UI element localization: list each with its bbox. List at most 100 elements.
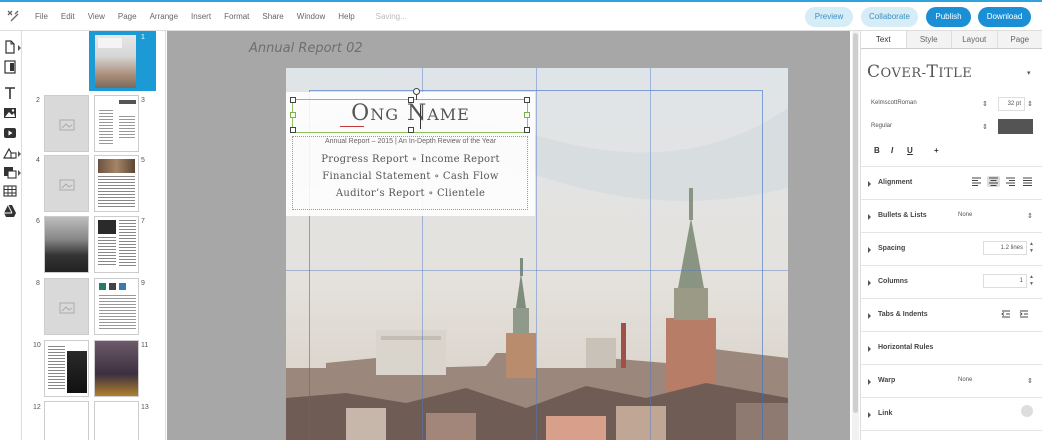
resize-handle[interactable]	[408, 97, 414, 103]
cover-subtitle[interactable]: Annual Report – 2015 | An In-Depth Revie…	[286, 138, 535, 145]
font-weight-caret-icon[interactable]: ⇕	[982, 123, 988, 131]
line-spacing-stepper-icon[interactable]: ▲ ▼	[1029, 241, 1034, 255]
fill-tool-expand-icon[interactable]	[18, 170, 21, 176]
tab-page[interactable]: Page	[998, 31, 1042, 48]
warp-select[interactable]: None	[958, 377, 972, 383]
menu-share[interactable]: Share	[262, 12, 283, 21]
menu-page[interactable]: Page	[118, 12, 137, 21]
font-size-stepper-icon[interactable]: ⇕	[1027, 100, 1033, 108]
app-logo-icon[interactable]	[6, 9, 20, 23]
page-thumbnail-7[interactable]	[94, 216, 139, 273]
page-thumbnail-5[interactable]	[94, 155, 139, 212]
align-center-icon[interactable]	[987, 176, 1000, 187]
font-family-caret-icon[interactable]: ⇕	[982, 100, 988, 108]
resize-handle[interactable]	[408, 127, 414, 133]
paragraph-style-selector[interactable]: COVER-TITLE	[867, 62, 972, 82]
selection-frame[interactable]	[290, 88, 530, 133]
bullets-caret-icon[interactable]: ⇕	[1027, 212, 1033, 220]
canvas-scrollbar-thumb[interactable]	[853, 33, 858, 413]
page-thumbnail-12[interactable]	[44, 401, 89, 440]
document-page[interactable]: ONG NAME Annual Report – 2015 | An In-De…	[286, 68, 788, 440]
font-weight-select[interactable]: Regular	[867, 120, 989, 134]
section-spacing[interactable]: Spacing 1.2 lines ▲ ▼	[861, 233, 1042, 265]
fill-tool-icon[interactable]	[3, 165, 17, 179]
page-thumbnail-11[interactable]	[94, 340, 139, 397]
section-horizontal-rules[interactable]: Horizontal Rules	[861, 332, 1042, 364]
section-alignment[interactable]: Alignment	[861, 167, 1042, 199]
page-thumbnail-2[interactable]	[44, 95, 89, 152]
underline-button[interactable]: U	[907, 146, 913, 155]
toc-line[interactable]: Financial Statement ∘ Cash Flow	[286, 171, 535, 182]
menu-edit[interactable]: Edit	[61, 12, 75, 21]
page-thumbnail-1[interactable]	[93, 33, 138, 90]
rotate-handle[interactable]	[413, 88, 420, 95]
toc-line[interactable]: Auditor’s Report ∘ Clientele	[286, 188, 535, 199]
table-tool-icon[interactable]	[3, 184, 17, 198]
align-right-icon[interactable]	[1004, 176, 1017, 187]
font-size-field[interactable]: 32 pt	[998, 97, 1025, 111]
menu-help[interactable]: Help	[338, 12, 354, 21]
page-layout-icon[interactable]	[3, 60, 17, 74]
align-justify-icon[interactable]	[1021, 176, 1034, 187]
decrease-indent-icon[interactable]	[1001, 309, 1011, 319]
italic-button[interactable]: I	[891, 146, 893, 155]
section-link[interactable]: Link	[861, 398, 1042, 430]
page-thumbnail-9[interactable]	[94, 278, 139, 335]
cover-title-box[interactable]: ONG NAME Annual Report – 2015 | An In-De…	[286, 88, 535, 216]
shape-tool-icon[interactable]	[3, 146, 17, 160]
text-color-swatch[interactable]	[998, 119, 1033, 134]
warp-caret-icon[interactable]: ⇕	[1027, 377, 1033, 385]
section-warp[interactable]: Warp None ⇕	[861, 365, 1042, 397]
section-tabs-indents[interactable]: Tabs & Indents	[861, 299, 1042, 331]
page-thumbnail-4[interactable]	[44, 155, 89, 212]
menu-file[interactable]: File	[35, 12, 48, 21]
shape-tool-expand-icon[interactable]	[18, 151, 21, 157]
tab-style[interactable]: Style	[907, 31, 952, 48]
page-thumbnail-13[interactable]	[94, 401, 139, 440]
toc-line[interactable]: Progress Report ∘ Income Report	[286, 154, 535, 165]
video-tool-icon[interactable]	[3, 126, 17, 140]
page-tool-icon[interactable]	[3, 40, 17, 54]
page-thumbnail-8[interactable]	[44, 278, 89, 335]
document-canvas[interactable]: Annual Report 02 ONG NAME Annual Report …	[167, 31, 850, 440]
section-columns[interactable]: Columns 1 ▲ ▼	[861, 266, 1042, 298]
publish-button[interactable]: Publish	[926, 7, 971, 27]
section-label: Columns	[878, 278, 908, 285]
resize-handle[interactable]	[290, 97, 296, 103]
resize-handle[interactable]	[524, 112, 530, 118]
tab-layout[interactable]: Layout	[952, 31, 998, 48]
align-left-icon[interactable]	[970, 176, 983, 187]
page-thumbnail-6[interactable]	[44, 216, 89, 273]
font-family-select[interactable]: KelmscottRoman	[867, 97, 989, 111]
section-bullets[interactable]: Bullets & Lists None ⇕	[861, 200, 1042, 232]
collaborate-button[interactable]: Collaborate	[861, 7, 918, 27]
tab-text[interactable]: Text	[861, 31, 907, 48]
bold-button[interactable]: B	[874, 146, 880, 155]
link-toggle-icon[interactable]	[1021, 405, 1033, 417]
menu-format[interactable]: Format	[224, 12, 249, 21]
download-button[interactable]: Download	[978, 7, 1031, 27]
columns-field[interactable]: 1	[983, 274, 1027, 288]
menu-arrange[interactable]: Arrange	[150, 12, 178, 21]
page-thumbnail-3[interactable]	[94, 95, 139, 152]
resize-handle[interactable]	[290, 112, 296, 118]
columns-stepper-icon[interactable]: ▲ ▼	[1029, 274, 1034, 288]
line-spacing-field[interactable]: 1.2 lines	[983, 241, 1027, 255]
resize-handle[interactable]	[524, 97, 530, 103]
text-tool-icon[interactable]	[3, 86, 17, 100]
page-thumbnail-10[interactable]	[44, 340, 89, 397]
image-tool-icon[interactable]	[3, 106, 17, 120]
resize-handle[interactable]	[524, 127, 530, 133]
increase-indent-icon[interactable]	[1019, 309, 1029, 319]
resize-handle[interactable]	[290, 127, 296, 133]
canvas-scrollbar[interactable]	[852, 31, 859, 440]
menu-view[interactable]: View	[88, 12, 105, 21]
page-tool-expand-icon[interactable]	[18, 45, 21, 51]
drive-icon[interactable]	[3, 204, 17, 218]
menu-window[interactable]: Window	[297, 12, 325, 21]
more-format-button[interactable]: +	[934, 146, 939, 155]
menu-insert[interactable]: Insert	[191, 12, 211, 21]
style-dropdown-caret-icon[interactable]: ▾	[1027, 69, 1031, 77]
preview-button[interactable]: Preview	[805, 7, 853, 27]
bullets-select[interactable]: None	[958, 212, 972, 218]
